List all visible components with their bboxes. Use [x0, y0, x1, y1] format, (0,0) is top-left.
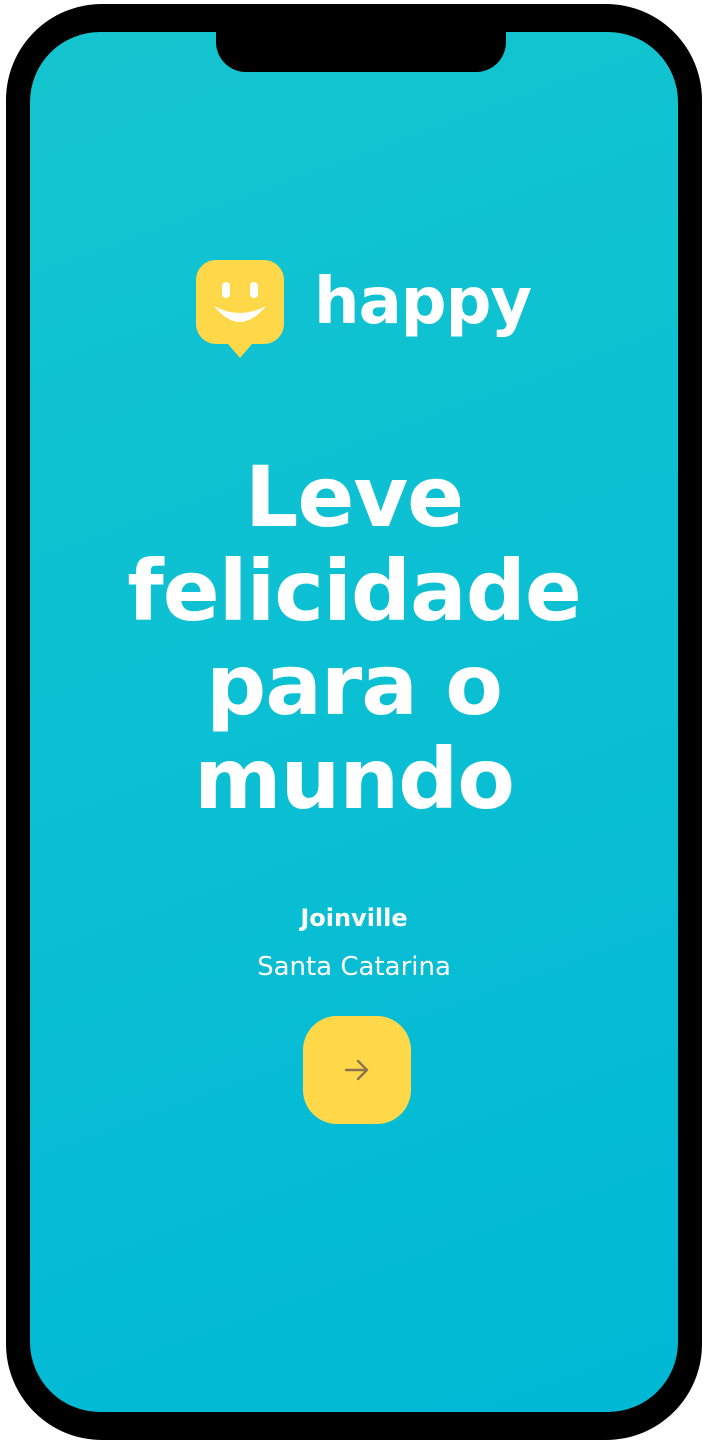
- location-city: Joinville: [300, 904, 408, 932]
- landing-screen: happy Leve felicidade para o mundo Joinv…: [30, 32, 678, 1412]
- headline-line: felicidade: [127, 542, 582, 640]
- smiley-speech-bubble-icon: [196, 260, 284, 358]
- brand-name: happy: [314, 265, 532, 339]
- phone-frame: happy Leve felicidade para o mundo Joinv…: [6, 4, 702, 1440]
- headline-line: mundo: [194, 730, 515, 828]
- location-state: Santa Catarina: [257, 952, 451, 982]
- next-button[interactable]: [303, 1016, 411, 1124]
- arrow-right-icon: [344, 1059, 369, 1081]
- headline-line: Leve: [244, 448, 464, 546]
- headline-line: para o: [206, 636, 503, 734]
- phone-notch: [216, 32, 506, 72]
- page-headline: Leve felicidade para o mundo: [30, 450, 678, 826]
- brand-logo: happy: [196, 260, 532, 370]
